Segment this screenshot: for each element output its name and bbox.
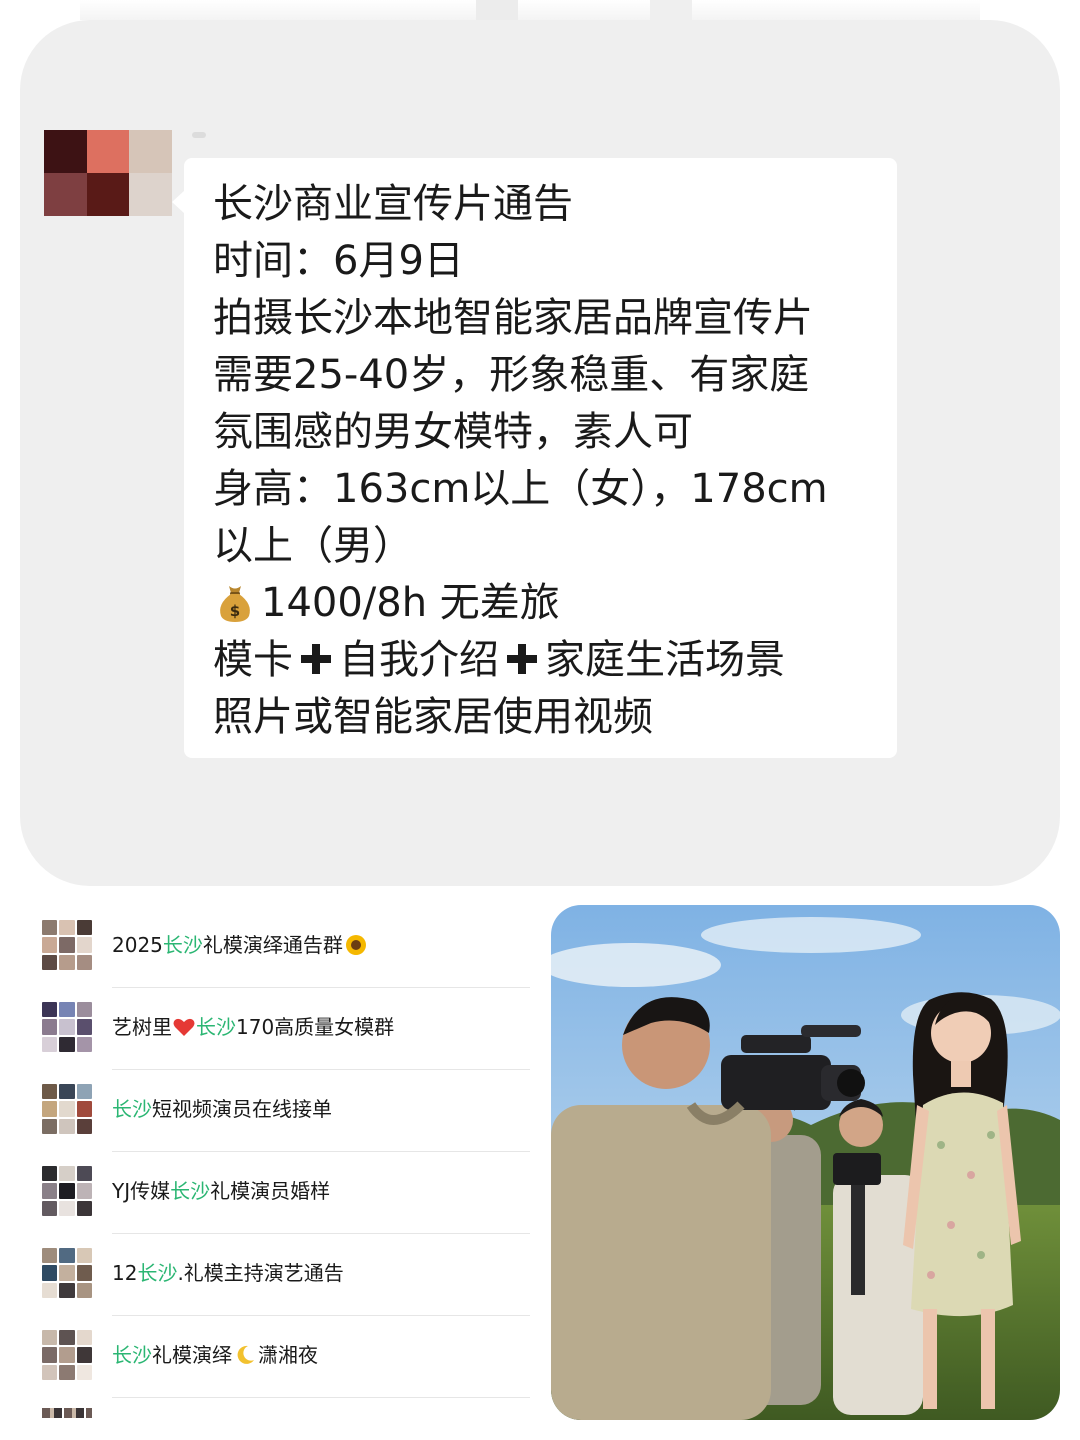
sunflower-icon (345, 935, 366, 955)
red-heart-icon (173, 1018, 195, 1036)
message-line: 需要25-40岁，形象稳重、有家庭 (213, 352, 810, 398)
list-item[interactable]: 艺树里 长沙170高质量女模群 (40, 988, 530, 1070)
group-name-prefix: 艺树里 (112, 1015, 172, 1039)
message-pay-line: $ 1400/8h 无差旅 (213, 575, 893, 632)
message-line: 时间：6月9日 (213, 238, 464, 284)
money-bag-icon: $ (220, 586, 250, 622)
group-avatar-grid (42, 1002, 92, 1052)
group-name-highlight: 长沙 (112, 1097, 152, 1121)
group-name-suffix: 礼模演绎通告群 (202, 933, 343, 957)
group-chat-list: 2025长沙礼模演绎通告群 艺树里 长沙170高质量女模群 长沙短视频演员在线接单 (40, 906, 530, 1398)
divider (112, 1397, 530, 1398)
list-item[interactable]: 长沙短视频演员在线接单 (40, 1070, 530, 1152)
group-name-highlight: 长沙 (112, 1343, 152, 1367)
message-title: 长沙商业宣传片通告 (213, 181, 573, 227)
group-name: YJ传媒长沙礼模演员婚样 (112, 1176, 330, 1206)
requirement-part: 自我介绍 (339, 637, 499, 683)
requirement-part: 模卡 (213, 637, 293, 683)
group-name-suffix: 170高质量女模群 (236, 1015, 395, 1039)
list-item[interactable]: 长沙礼模演绎 潇湘夜 (40, 1316, 530, 1398)
group-name-highlight: 长沙 (162, 933, 203, 957)
top-fade (80, 0, 980, 20)
message-line: 以上（男） (213, 523, 413, 569)
group-name: 长沙礼模演绎 潇湘夜 (112, 1340, 318, 1370)
plus-icon (301, 644, 331, 674)
sender-name-blurred (192, 132, 206, 138)
pay-text: 1400/8h 无差旅 (261, 580, 560, 626)
plus-icon (507, 644, 537, 674)
group-avatar-grid (42, 1166, 92, 1216)
film-shoot-illustration (551, 905, 1060, 1420)
message-line: 照片或智能家居使用视频 (213, 694, 653, 740)
group-avatar-grid (42, 920, 92, 970)
group-name-suffix: 短视频演员在线接单 (152, 1097, 332, 1121)
group-name-suffix: 礼模演员婚样 (210, 1179, 331, 1203)
group-name-highlight: 长沙 (137, 1261, 178, 1285)
message-requirement-line: 模卡 自我介绍 家庭生活场景 (213, 632, 893, 689)
group-name-prefix: 12 (112, 1261, 138, 1285)
message-line: 身高：163cm以上（女），178cm (213, 466, 828, 512)
group-avatar-grid (42, 1084, 92, 1134)
group-avatar-grid (42, 1330, 92, 1380)
group-name-prefix: 2025 (112, 933, 163, 957)
group-name-highlight: 长沙 (196, 1015, 236, 1039)
list-item[interactable]: YJ传媒长沙礼模演员婚样 (40, 1152, 530, 1234)
group-name-suffix: 潇湘夜 (258, 1343, 318, 1367)
group-name-suffix: .礼模主持演艺通告 (177, 1261, 344, 1285)
group-name: 艺树里 长沙170高质量女模群 (112, 1012, 394, 1042)
message-line: 氛围感的男女模特，素人可 (213, 409, 693, 455)
group-name-highlight: 长沙 (170, 1179, 211, 1203)
group-avatar-grid (42, 1248, 92, 1298)
group-name: 长沙短视频演员在线接单 (112, 1094, 332, 1124)
list-item[interactable]: 2025长沙礼模演绎通告群 (40, 906, 530, 988)
group-name: 12长沙.礼模主持演艺通告 (112, 1258, 344, 1288)
svg-text:$: $ (230, 602, 240, 620)
message-text: 长沙商业宣传片通告 时间：6月9日 拍摄长沙本地智能家居品牌宣传片 需要25-4… (213, 176, 893, 746)
group-avatar-grid-partial (42, 1408, 92, 1418)
group-name: 2025长沙礼模演绎通告群 (112, 930, 367, 960)
message-line: 拍摄长沙本地智能家居品牌宣传片 (213, 295, 813, 341)
group-name-prefix: YJ传媒 (112, 1179, 171, 1203)
sender-avatar[interactable] (44, 130, 172, 216)
crescent-moon-icon (237, 1345, 254, 1364)
film-shoot-photo (551, 905, 1060, 1420)
requirement-part: 家庭生活场景 (545, 637, 785, 683)
list-item[interactable]: 12长沙.礼模主持演艺通告 (40, 1234, 530, 1316)
group-name-suffix: 礼模演绎 (152, 1343, 232, 1367)
